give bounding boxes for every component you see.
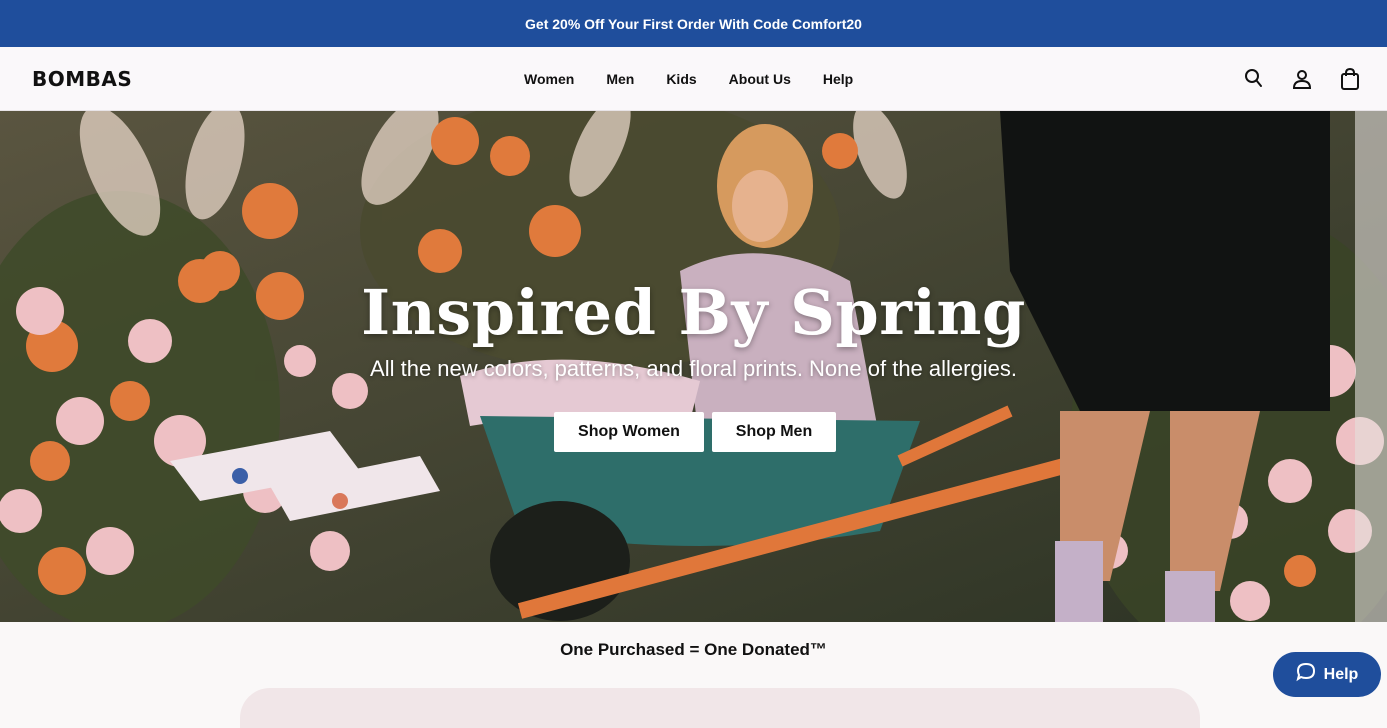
content-card-top	[240, 688, 1200, 728]
help-chat-label: Help	[1323, 665, 1359, 683]
shop-men-button[interactable]: Shop Men	[712, 412, 836, 452]
bag-icon[interactable]	[1337, 66, 1363, 92]
shop-women-button[interactable]: Shop Women	[554, 412, 704, 452]
search-icon[interactable]	[1241, 66, 1267, 92]
nav-kids[interactable]: Kids	[666, 71, 696, 87]
site-header: BOMBAS Women Men Kids About Us Help	[0, 47, 1387, 111]
nav-about-us[interactable]: About Us	[729, 71, 791, 87]
donate-heading: One Purchased = One Donated™	[560, 640, 827, 659]
nav-men[interactable]: Men	[606, 71, 634, 87]
header-icons	[1241, 66, 1363, 92]
promo-banner[interactable]: Get 20% Off Your First Order With Code C…	[0, 0, 1387, 47]
nav-help[interactable]: Help	[823, 71, 853, 87]
nav-women[interactable]: Women	[524, 71, 574, 87]
promo-text: Get 20% Off Your First Order With Code C…	[525, 15, 862, 32]
logo[interactable]: BOMBAS	[32, 67, 132, 91]
hero-subtitle: All the new colors, patterns, and floral…	[370, 356, 1017, 381]
hero-banner: Inspired By Spring All the new colors, p…	[0, 111, 1387, 622]
main-nav: Women Men Kids About Us Help	[524, 71, 885, 87]
hero-title: Inspired By Spring	[361, 276, 1026, 349]
chat-bubble-icon	[1296, 662, 1316, 687]
account-icon[interactable]	[1289, 66, 1315, 92]
help-chat-button[interactable]: Help	[1273, 652, 1381, 697]
